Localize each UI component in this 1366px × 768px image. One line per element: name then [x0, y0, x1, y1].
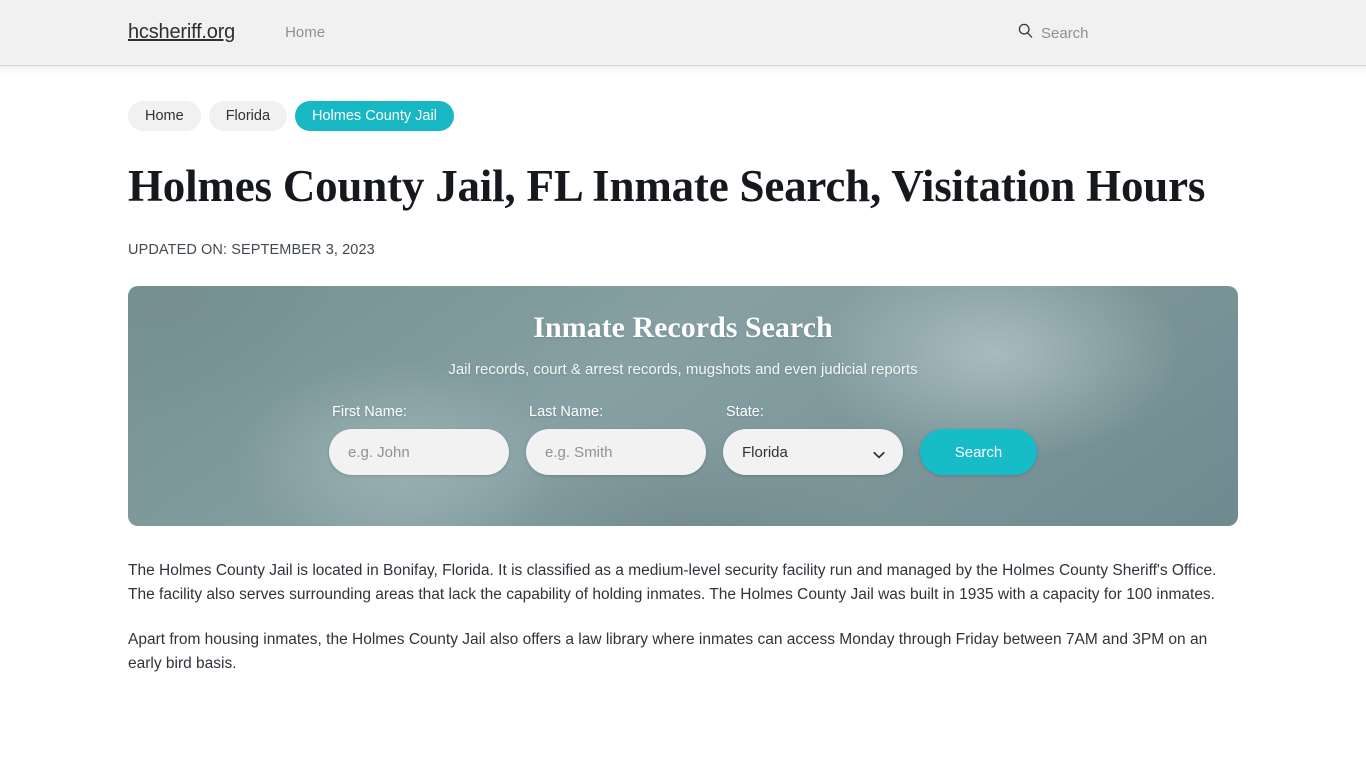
first-name-input[interactable] [329, 429, 509, 475]
navbar-search[interactable]: Search [1018, 0, 1089, 66]
breadcrumb-item-holmes-county-jail[interactable]: Holmes County Jail [295, 101, 454, 131]
search-submit-button[interactable]: Search [920, 429, 1037, 475]
search-widget-content: Inmate Records Search Jail records, cour… [128, 286, 1238, 475]
breadcrumb-item-florida[interactable]: Florida [208, 101, 288, 131]
search-widget-title: Inmate Records Search [533, 311, 833, 344]
breadcrumb-item-home[interactable]: Home [128, 101, 201, 131]
nav-link-home[interactable]: Home [285, 24, 325, 41]
last-name-input[interactable] [526, 429, 706, 475]
article-paragraph-2: Apart from housing inmates, the Holmes C… [128, 631, 1208, 672]
state-select[interactable]: Florida [723, 429, 903, 475]
state-field-group: State: Florida [723, 404, 903, 475]
updated-on-text: UPDATED ON: SEPTEMBER 3, 2023 [128, 242, 375, 258]
page-title: Holmes County Jail, FL Inmate Search, Vi… [128, 161, 1206, 211]
last-name-field-group: Last Name: [526, 404, 706, 475]
article-body: The Holmes County Jail is located in Bon… [128, 559, 1238, 676]
first-name-field-group: First Name: [329, 404, 509, 475]
page-container: Home Florida Holmes County Jail Holmes C… [0, 66, 1366, 676]
last-name-label: Last Name: [529, 404, 604, 420]
inmate-search-form: First Name: Last Name: State: Florida [128, 404, 1238, 475]
breadcrumb: Home Florida Holmes County Jail [128, 66, 1238, 131]
inmate-records-search-widget: Inmate Records Search Jail records, cour… [128, 286, 1238, 526]
article-paragraph-1: The Holmes County Jail is located in Bon… [128, 562, 1217, 603]
search-icon [1018, 23, 1033, 43]
state-select-wrap: Florida [723, 429, 903, 475]
top-navbar: hcsheriff.org Home Search [0, 0, 1366, 75]
state-label: State: [726, 404, 764, 420]
site-brand[interactable]: hcsheriff.org [128, 21, 235, 44]
first-name-label: First Name: [332, 404, 407, 420]
navbar-search-label: Search [1041, 24, 1089, 42]
search-widget-subtitle: Jail records, court & arrest records, mu… [448, 361, 918, 378]
nav-links: Home [285, 24, 325, 41]
